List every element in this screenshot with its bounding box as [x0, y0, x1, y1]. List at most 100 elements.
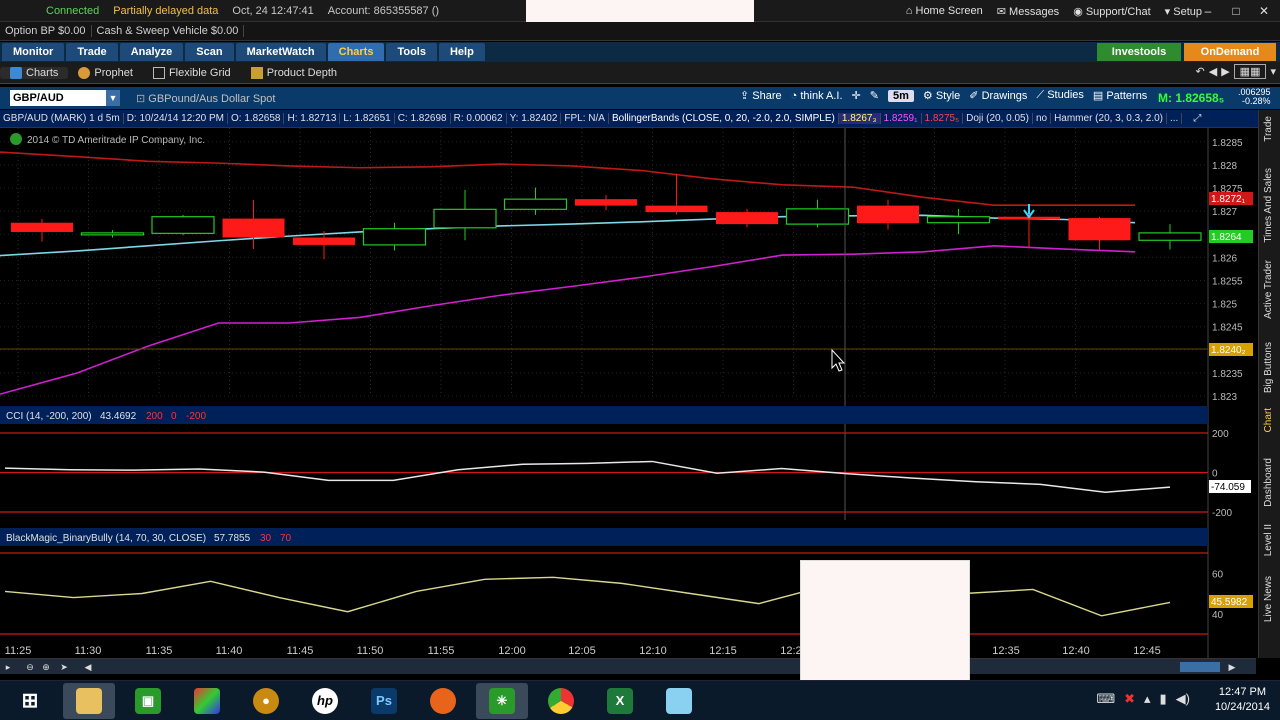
studies-label: Studies: [1047, 89, 1084, 101]
forward-arrow-icon[interactable]: ▶: [1221, 65, 1229, 78]
subtab-product-depth[interactable]: Product Depth: [241, 66, 347, 79]
timeframe-button[interactable]: 5m: [887, 89, 914, 102]
tab-help[interactable]: Help: [438, 43, 485, 61]
taskbar-photoshop[interactable]: Ps: [358, 683, 410, 719]
scroll-right-icon[interactable]: ▶: [1226, 661, 1238, 673]
undo-icon[interactable]: ↶: [1196, 65, 1205, 78]
tab-charts[interactable]: Charts: [327, 43, 385, 61]
zoom-out-icon[interactable]: ⊖: [24, 661, 36, 673]
think-ai-button[interactable]: ◔ think A.I.: [791, 90, 843, 102]
account-selector[interactable]: Account: 865355587 (): [321, 5, 446, 17]
side-tab-live-news[interactable]: Live News: [1263, 576, 1274, 622]
settings-wrench-icon[interactable]: ✎: [870, 89, 879, 102]
info-hammer[interactable]: Hammer (20, 3, 0.3, 2.0): [1051, 113, 1167, 124]
taskbar-excel[interactable]: X: [594, 683, 646, 719]
taskbar-thinkorswim[interactable]: ✳: [476, 682, 528, 719]
taskbar-media[interactable]: ●: [240, 683, 292, 719]
candle-body-up: [785, 208, 850, 225]
maximize-icon[interactable]: □: [1224, 2, 1248, 20]
style-button[interactable]: ⚙ Style: [923, 89, 960, 102]
home-screen-button[interactable]: ⌂ Home Screen: [906, 5, 983, 17]
close-icon[interactable]: ✕: [1252, 2, 1276, 20]
zoom-in-icon[interactable]: ⊕: [40, 661, 52, 673]
investools-button[interactable]: Investools: [1097, 43, 1181, 61]
bully-label[interactable]: BlackMagic_BinaryBully (14, 70, 30, CLOS…: [6, 533, 206, 544]
side-tab-times-sales[interactable]: Times And Sales: [1263, 168, 1274, 243]
time-tick-label: 11:50: [357, 645, 384, 657]
volume-icon[interactable]: ◀): [1176, 691, 1190, 707]
messages-button[interactable]: ✉ Messages: [997, 5, 1059, 18]
price-tick-label: 1.8285: [1212, 138, 1243, 149]
think-ai-label: think A.I.: [800, 89, 843, 102]
side-tab-big-buttons[interactable]: Big Buttons: [1263, 342, 1274, 393]
info-more[interactable]: ...: [1167, 113, 1183, 124]
studies-button[interactable]: ⟋ Studies: [1036, 89, 1083, 102]
taskbar-app-colorful[interactable]: [181, 683, 233, 719]
tab-marketwatch[interactable]: MarketWatch: [235, 43, 326, 61]
info-doji[interactable]: Doji (20, 0.05): [963, 113, 1033, 124]
drawings-button[interactable]: ✐ Drawings: [969, 89, 1027, 102]
time-tick-label: 11:45: [287, 645, 314, 657]
taskbar-app-blue[interactable]: [653, 683, 705, 719]
start-button[interactable]: ⊞: [4, 683, 56, 719]
side-tab-active-trader[interactable]: Active Trader: [1263, 260, 1274, 319]
network-icon[interactable]: ▮: [1160, 691, 1167, 707]
share-button[interactable]: ⇪ Share: [740, 89, 782, 102]
symbol-dropdown-icon[interactable]: ▼: [106, 90, 120, 106]
taskbar-explorer[interactable]: [63, 682, 115, 719]
subtab-prophet[interactable]: Prophet: [68, 66, 143, 79]
time-tick-label: 11:35: [146, 645, 173, 657]
side-tab-dashboard[interactable]: Dashboard: [1263, 458, 1274, 507]
patterns-button[interactable]: ▤ Patterns: [1093, 89, 1147, 102]
cci-label[interactable]: CCI (14, -200, 200): [6, 411, 92, 422]
subtab-charts[interactable]: Charts: [0, 66, 69, 79]
taskbar: ⊞ ▣ ● hp Ps ✳ X ⌨ ✖ ▴ ▮ ◀) 12:47 PM 10/2…: [0, 680, 1280, 720]
taskbar-firefox[interactable]: [417, 683, 469, 719]
info-bb-lower: 1.8259₁: [881, 113, 922, 124]
scroll-thumb[interactable]: [1180, 662, 1220, 672]
chart-svg[interactable]: 1.82851.8281.82751.8271.82651.8261.82551…: [0, 128, 1256, 658]
blank-overlay: [800, 560, 970, 694]
tab-scan[interactable]: Scan: [185, 43, 234, 61]
taskbar-clock[interactable]: 12:47 PM 10/24/2014: [1215, 685, 1270, 715]
time-tick-label: 12:05: [568, 645, 596, 657]
back-arrow-icon[interactable]: ◀: [1209, 65, 1217, 78]
alert-icon[interactable]: ✖: [1124, 691, 1135, 707]
taskbar-hp[interactable]: hp: [299, 683, 351, 719]
crosshair-icon[interactable]: ✛: [852, 89, 861, 102]
chart-area[interactable]: 1.82851.8281.82751.8271.82651.8261.82551…: [0, 128, 1256, 658]
tab-analyze[interactable]: Analyze: [119, 43, 184, 61]
account-bar: Option BP $0.00 Cash & Sweep Vehicle $0.…: [0, 22, 1280, 41]
expand-left-icon[interactable]: ▸: [2, 661, 14, 673]
info-bollinger[interactable]: BollingerBands (CLOSE, 0, 20, -2.0, 2.0,…: [609, 113, 839, 124]
ondemand-button[interactable]: OnDemand: [1184, 43, 1276, 61]
tab-tools[interactable]: Tools: [386, 43, 437, 61]
info-bb-mid: 1.8267₃: [838, 113, 881, 124]
scroll-left-icon[interactable]: ◀: [82, 661, 94, 673]
support-chat-button[interactable]: ◉ Support/Chat: [1073, 5, 1150, 18]
tab-monitor[interactable]: Monitor: [2, 43, 65, 61]
status-bar: Connected Partially delayed data Oct, 24…: [0, 0, 1280, 22]
candle-body-up: [433, 208, 497, 229]
side-tab-chart[interactable]: Chart: [1263, 408, 1274, 432]
side-tab-level2[interactable]: Level II: [1263, 524, 1274, 556]
tab-trade[interactable]: Trade: [66, 43, 118, 61]
minimize-icon[interactable]: –: [1196, 2, 1220, 20]
side-tab-trade[interactable]: Trade: [1263, 116, 1274, 142]
tray-expand-icon[interactable]: ▴: [1144, 691, 1151, 707]
grid-layout-icon[interactable]: ▦▦: [1233, 64, 1267, 79]
cci-last: -74.059: [1211, 482, 1245, 493]
subtab-flexible-grid[interactable]: Flexible Grid: [143, 66, 241, 79]
time-tick-label: 12:15: [709, 645, 737, 657]
price-tick-label: 1.8245: [1212, 323, 1243, 334]
charts-icon: [10, 66, 22, 79]
expand-icon[interactable]: ⤢: [1190, 113, 1204, 124]
taskbar-app-green[interactable]: ▣: [122, 683, 174, 719]
keyboard-icon[interactable]: ⌨: [1096, 691, 1115, 707]
support-label: Support/Chat: [1085, 5, 1151, 18]
delayed-data-status[interactable]: Partially delayed data: [106, 5, 225, 17]
menu-icon[interactable]: ▾: [1270, 65, 1276, 78]
taskbar-chrome[interactable]: [535, 683, 587, 719]
symbol-input[interactable]: GBP/AUD: [10, 90, 120, 106]
pointer-icon[interactable]: ➤: [58, 661, 70, 673]
